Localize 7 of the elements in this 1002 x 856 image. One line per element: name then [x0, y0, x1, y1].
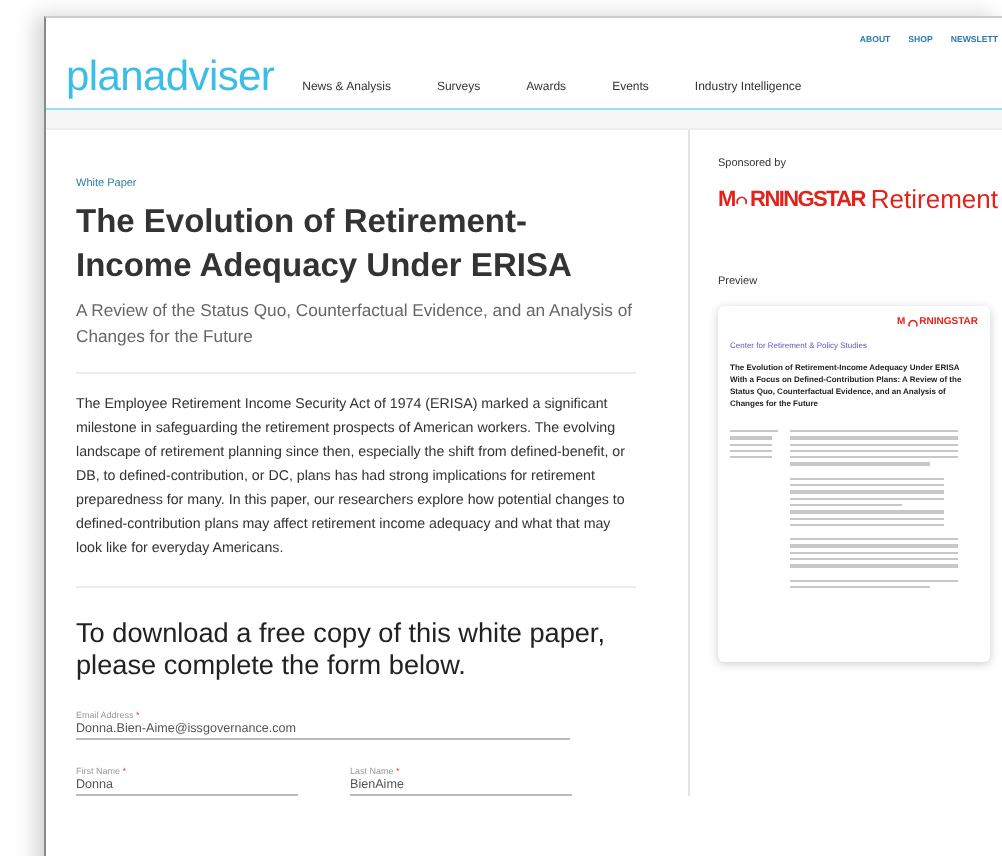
article-title: The Evolution of Retirement-Income Adequacy Under ERISA: [76, 202, 574, 288]
article-subtitle: A Review of the Status Quo, Counterfactual Evidence, and an Analysis of Changes for the Future: [76, 298, 635, 348]
logo-text: Retirement: [870, 184, 998, 214]
form-heading: To download a free copy of this white paper, please complete the form below.: [76, 618, 607, 682]
logo-text: M: [718, 187, 735, 211]
logo-text: RNINGSTAR: [750, 187, 865, 211]
arc-icon: [907, 317, 918, 327]
